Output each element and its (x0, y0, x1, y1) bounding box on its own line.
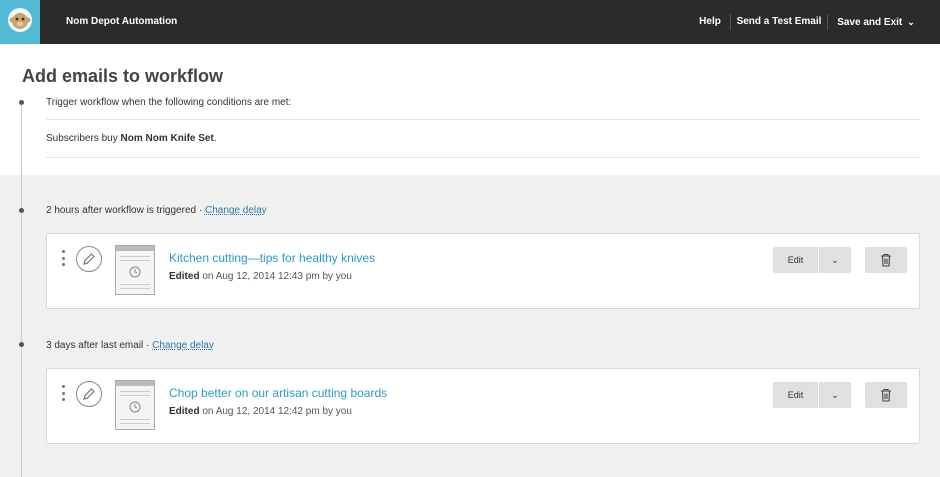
delay-separator: · (196, 205, 205, 216)
top-bar: Nom Depot Automation Help Send a Test Em… (0, 0, 940, 44)
email-edited-info: on Aug 12, 2014 12:42 pm by you (199, 406, 352, 417)
drag-handle-icon[interactable] (62, 250, 65, 266)
edit-dropdown-button[interactable]: ⌄ (819, 247, 851, 273)
trigger-heading: Trigger workflow when the following cond… (46, 97, 292, 108)
clock-icon (129, 401, 141, 413)
divider (46, 157, 920, 158)
edit-button[interactable]: Edit (773, 382, 818, 408)
send-test-email-link[interactable]: Send a Test Email (731, 0, 827, 44)
edit-dropdown-button[interactable]: ⌄ (819, 382, 851, 408)
email-title-link[interactable]: Chop better on our artisan cutting board… (169, 386, 387, 400)
help-link[interactable]: Help (690, 0, 730, 44)
change-delay-link[interactable]: Change delay (205, 205, 267, 216)
condition-prefix: Subscribers buy (46, 133, 121, 144)
timeline-dot (19, 100, 24, 105)
email-meta: Edited on Aug 12, 2014 12:42 pm by you (169, 406, 352, 417)
save-and-exit-label: Save and Exit (837, 17, 903, 28)
divider (46, 119, 920, 120)
email-edited-info: on Aug 12, 2014 12:43 pm by you (199, 271, 352, 282)
logo[interactable] (0, 0, 40, 44)
delete-button[interactable] (865, 382, 907, 408)
trigger-condition: Subscribers buy Nom Nom Knife Set. (46, 133, 217, 144)
change-delay-link[interactable]: Change delay (152, 340, 214, 351)
step-delay: 2 hours after workflow is triggered · Ch… (46, 205, 267, 216)
email-thumbnail[interactable] (115, 245, 155, 295)
email-status: Edited (169, 406, 200, 417)
timeline-dot (19, 342, 24, 347)
email-thumbnail[interactable] (115, 380, 155, 430)
delay-label: 3 days after last email (46, 340, 144, 351)
trash-icon (881, 388, 891, 402)
email-card: Kitchen cutting—tips for healthy knives … (46, 233, 920, 309)
email-title-link[interactable]: Kitchen cutting—tips for healthy knives (169, 251, 375, 265)
email-status: Edited (169, 271, 200, 282)
chevron-down-icon: ⌄ (907, 17, 915, 27)
save-and-exit-menu[interactable]: Save and Exit ⌄ (828, 0, 924, 45)
edit-button[interactable]: Edit (773, 247, 818, 273)
condition-product: Nom Nom Knife Set (120, 133, 214, 144)
clock-icon (129, 266, 141, 278)
timeline-dot (19, 208, 24, 213)
drag-handle-icon[interactable] (62, 385, 65, 401)
email-meta: Edited on Aug 12, 2014 12:43 pm by you (169, 271, 352, 282)
delay-label: 2 hours after workflow is triggered (46, 205, 197, 216)
timeline-line (21, 104, 22, 477)
email-card: Chop better on our artisan cutting board… (46, 368, 920, 444)
step-delay: 3 days after last email · Change delay (46, 340, 214, 351)
app-title: Nom Depot Automation (66, 16, 178, 27)
delete-button[interactable] (865, 247, 907, 273)
trash-icon (881, 253, 891, 267)
monkey-logo-icon (8, 8, 32, 32)
delay-separator: · (143, 340, 153, 351)
page-title: Add emails to workflow (22, 66, 224, 86)
condition-suffix: . (213, 133, 217, 144)
edit-pencil-icon[interactable] (76, 246, 102, 272)
edit-pencil-icon[interactable] (76, 381, 102, 407)
